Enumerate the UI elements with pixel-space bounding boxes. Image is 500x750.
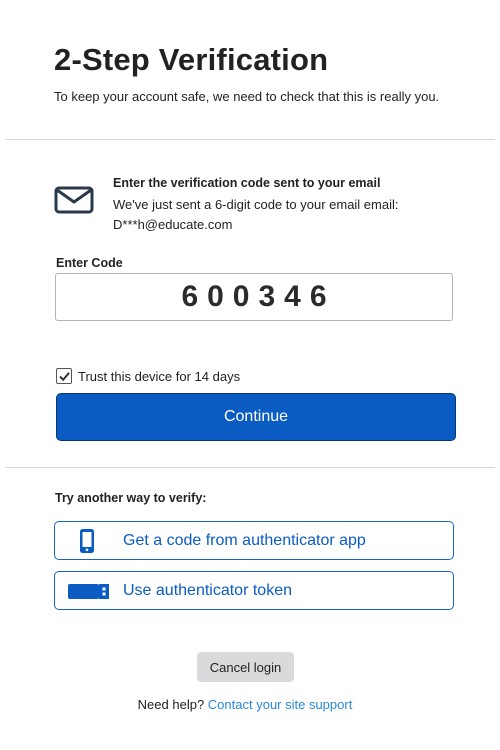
email-instruction-heading: Enter the verification code sent to your… bbox=[113, 176, 381, 190]
trust-device-checkbox[interactable] bbox=[56, 368, 72, 384]
email-sent-notice: We've just sent a 6-digit code to your e… bbox=[113, 197, 399, 212]
masked-email-address: D***h@educate.com bbox=[113, 217, 233, 232]
trust-device-label[interactable]: Trust this device for 14 days bbox=[78, 369, 240, 384]
verification-code-input[interactable] bbox=[55, 273, 453, 321]
code-field-label: Enter Code bbox=[56, 256, 123, 270]
authenticator-token-button[interactable]: Use authenticator token bbox=[54, 571, 454, 610]
smartphone-icon bbox=[80, 529, 94, 553]
authenticator-app-label: Get a code from authenticator app bbox=[123, 532, 366, 549]
help-text: Need help? bbox=[137, 697, 208, 712]
alternatives-heading: Try another way to verify: bbox=[55, 491, 207, 505]
authenticator-token-label: Use authenticator token bbox=[123, 582, 292, 599]
contact-support-link[interactable]: Contact your site support bbox=[208, 697, 353, 712]
usb-token-icon bbox=[68, 584, 109, 599]
checkmark-icon bbox=[58, 371, 70, 381]
middle-divider bbox=[5, 467, 495, 468]
envelope-icon bbox=[54, 186, 94, 214]
top-divider bbox=[5, 139, 495, 140]
page-subtitle: To keep your account safe, we need to ch… bbox=[54, 89, 440, 104]
authenticator-app-button[interactable]: Get a code from authenticator app bbox=[54, 521, 454, 560]
page-title: 2-Step Verification bbox=[54, 42, 329, 77]
continue-button[interactable]: Continue bbox=[56, 393, 456, 441]
help-footer: Need help? Contact your site support bbox=[0, 697, 490, 712]
cancel-login-button[interactable]: Cancel login bbox=[197, 652, 294, 682]
